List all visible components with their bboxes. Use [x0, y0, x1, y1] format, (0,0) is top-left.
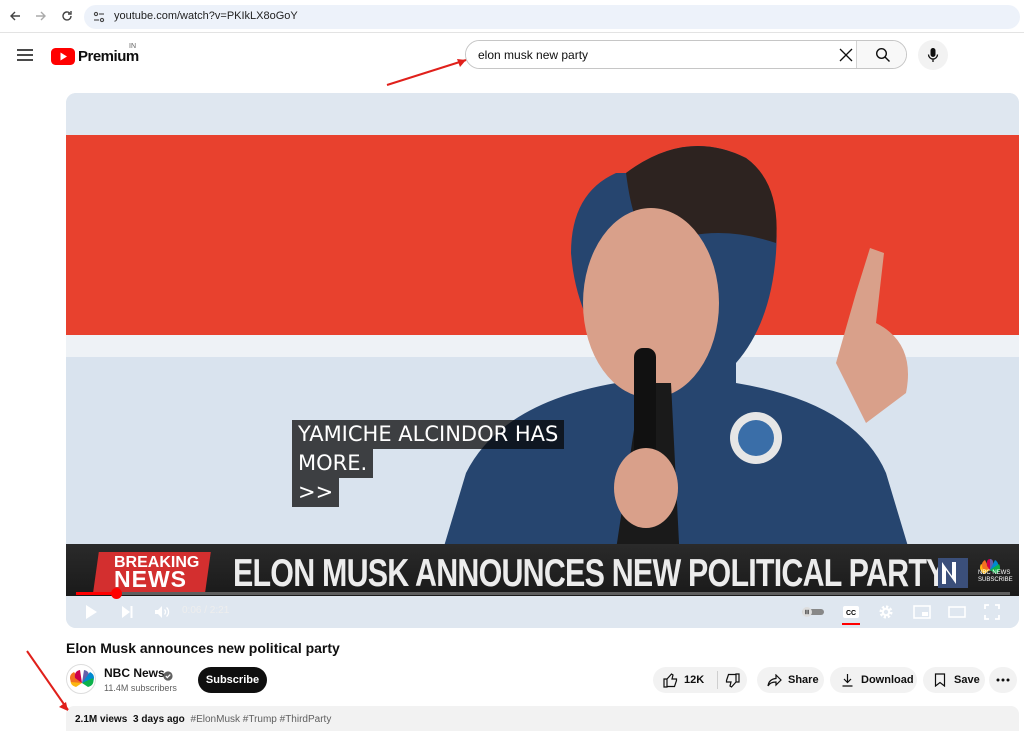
progress-bar[interactable] — [76, 588, 1010, 599]
next-icon[interactable] — [116, 601, 138, 623]
annotation-arrow — [26, 650, 69, 711]
svg-text:CC: CC — [846, 610, 856, 617]
site-info-icon[interactable] — [92, 10, 106, 24]
caption-line: YAMICHE ALCINDOR HAS — [292, 420, 565, 449]
miniplayer-icon[interactable] — [911, 601, 933, 623]
nbc-subscribe-text: NBC NEWS SUBSCRIBE — [978, 570, 1013, 583]
back-icon[interactable] — [6, 7, 24, 25]
description-box[interactable]: 2.1M views 3 days ago #ElonMusk #Trump #… — [66, 706, 1019, 731]
voice-search-button[interactable] — [918, 40, 948, 70]
like-count: 12K — [684, 674, 705, 686]
news-text: NEWS — [114, 566, 187, 592]
subscriber-count: 11.4M subscribers — [104, 683, 177, 693]
avatar[interactable] — [66, 664, 96, 694]
fullscreen-icon[interactable] — [981, 601, 1003, 623]
chyron-headline: ELON MUSK ANNOUNCES NEW POLITICAL PARTY — [233, 552, 946, 595]
like-icon — [662, 672, 678, 688]
region-code: IN — [129, 43, 136, 50]
download-label: Download — [861, 674, 914, 686]
search-input[interactable] — [466, 41, 856, 68]
news-chyron: BREAKING NEWS ELON MUSK ANNOUNCES NEW PO… — [66, 544, 1019, 596]
captions-icon[interactable]: CC — [840, 601, 862, 623]
download-icon — [839, 672, 855, 688]
hashtags[interactable]: #ElonMusk #Trump #ThirdParty — [191, 714, 332, 725]
search-box — [465, 40, 907, 69]
theater-icon[interactable] — [946, 601, 968, 623]
reload-icon[interactable] — [58, 7, 76, 25]
youtube-premium-logo[interactable]: Premium IN — [51, 43, 139, 66]
clear-icon[interactable] — [838, 47, 854, 63]
address-bar[interactable]: youtube.com/watch?v=PKIkLX8oGoY — [84, 5, 1020, 29]
search-button[interactable] — [856, 41, 906, 68]
browser-toolbar: youtube.com/watch?v=PKIkLX8oGoY — [0, 0, 1024, 33]
more-actions-button[interactable] — [989, 667, 1017, 693]
verified-icon — [163, 668, 173, 681]
breaking-news-label: BREAKING NEWS — [114, 554, 214, 592]
volume-icon[interactable] — [151, 601, 173, 623]
more-icon — [996, 678, 1010, 682]
caption-line: >> — [292, 478, 340, 507]
mic-icon — [927, 48, 939, 62]
forward-icon[interactable] — [32, 7, 50, 25]
settings-icon[interactable] — [875, 601, 897, 623]
share-icon — [766, 672, 782, 688]
dislike-button[interactable] — [718, 672, 747, 688]
play-icon[interactable] — [80, 601, 102, 623]
url-text: youtube.com/watch?v=PKIkLX8oGoY — [114, 10, 298, 22]
save-button[interactable]: Save — [923, 667, 985, 693]
progress-fill — [76, 592, 116, 595]
subscribe-button[interactable]: Subscribe — [198, 667, 267, 693]
channel-name[interactable]: NBC News — [104, 666, 165, 680]
youtube-logo-icon — [51, 47, 75, 65]
player-controls: 0:06 / 2:21 CC — [66, 596, 1019, 628]
caption-line: MORE. — [292, 449, 374, 478]
video-title: Elon Musk announces new political party — [66, 640, 340, 656]
save-icon — [932, 672, 948, 688]
view-count: 2.1M views — [75, 714, 128, 725]
share-button[interactable]: Share — [757, 667, 824, 693]
download-button[interactable]: Download — [830, 667, 917, 693]
captions-active-indicator — [842, 623, 860, 625]
save-label: Save — [954, 674, 980, 686]
autoplay-toggle-icon[interactable] — [800, 601, 826, 623]
closed-captions: YAMICHE ALCINDOR HAS MORE. >> — [292, 420, 565, 507]
time-display: 0:06 / 2:21 — [182, 605, 230, 616]
description-meta: 2.1M views 3 days ago #ElonMusk #Trump #… — [75, 714, 331, 725]
youtube-header: Premium IN — [0, 34, 1024, 78]
menu-icon[interactable] — [16, 47, 34, 63]
dislike-icon — [725, 672, 741, 688]
logo-text: Premium — [78, 47, 139, 65]
like-dislike-group: 12K — [653, 667, 747, 693]
like-button[interactable]: 12K — [653, 672, 717, 688]
page-root: youtube.com/watch?v=PKIkLX8oGoY Premium … — [0, 0, 1024, 731]
search-icon — [875, 47, 890, 62]
upload-age: 3 days ago — [133, 714, 185, 725]
share-label: Share — [788, 674, 819, 686]
